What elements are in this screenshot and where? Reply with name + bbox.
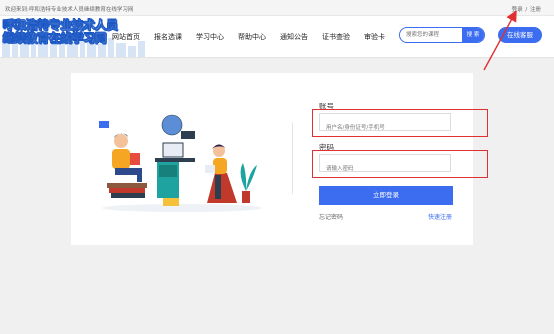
account-label: 账号 (319, 102, 334, 111)
nav-item-home[interactable]: 网站首页 (112, 29, 140, 45)
nav-item-study-center[interactable]: 学习中心 (196, 29, 224, 45)
account-input[interactable] (320, 120, 450, 136)
search-input[interactable] (400, 28, 462, 42)
nav-item-certificate-check[interactable]: 证书查验 (322, 29, 350, 45)
card-divider (292, 122, 293, 194)
password-field-wrapper (319, 154, 451, 177)
login-card: 账号 密码 立即登录 忘记密码 快速注册 (71, 73, 473, 245)
register-link[interactable]: 注册 (530, 7, 541, 13)
logo-line-2: 继续教育在线学习网 (3, 31, 107, 45)
forgot-password-link[interactable]: 忘记密码 (319, 212, 343, 221)
study-illustration (99, 114, 262, 212)
password-input[interactable] (320, 161, 450, 177)
welcome-text: 欢迎来到:呼和浩特专业技术人员继续教育在线学习网 (5, 7, 134, 13)
site-logo[interactable]: 呼和浩特专业技术人员 继续教育在线学习网 (3, 18, 118, 53)
nav-item-help-center[interactable]: 帮助中心 (238, 29, 266, 45)
nav-item-audit-card[interactable]: 审验卡 (364, 29, 385, 45)
main-nav: 网站首页 报名选课 学习中心 帮助中心 通知公告 证书查验 审验卡 (112, 29, 399, 45)
search-button[interactable]: 搜 索 (462, 28, 484, 42)
login-submit-button[interactable]: 立即登录 (319, 186, 453, 205)
account-field-wrapper (319, 113, 451, 136)
site-header: 呼和浩特专业技术人员 继续教育在线学习网 网站首页 报名选课 学习中心 帮助中心… (0, 16, 554, 58)
auth-separator: / (525, 7, 528, 13)
nav-item-enroll[interactable]: 报名选课 (154, 29, 182, 45)
course-search: 搜 索 (399, 27, 485, 43)
top-bar: 欢迎来到:呼和浩特专业技术人员继续教育在线学习网 登录 / 注册 (0, 0, 554, 16)
nav-item-notices[interactable]: 通知公告 (280, 29, 308, 45)
quick-register-link[interactable]: 快速注册 (428, 212, 452, 221)
password-label: 密码 (319, 143, 334, 152)
login-link[interactable]: 登录 (512, 7, 523, 13)
online-service-button[interactable]: 在线客服 (498, 27, 542, 43)
auth-links: 登录 / 注册 (511, 5, 541, 13)
